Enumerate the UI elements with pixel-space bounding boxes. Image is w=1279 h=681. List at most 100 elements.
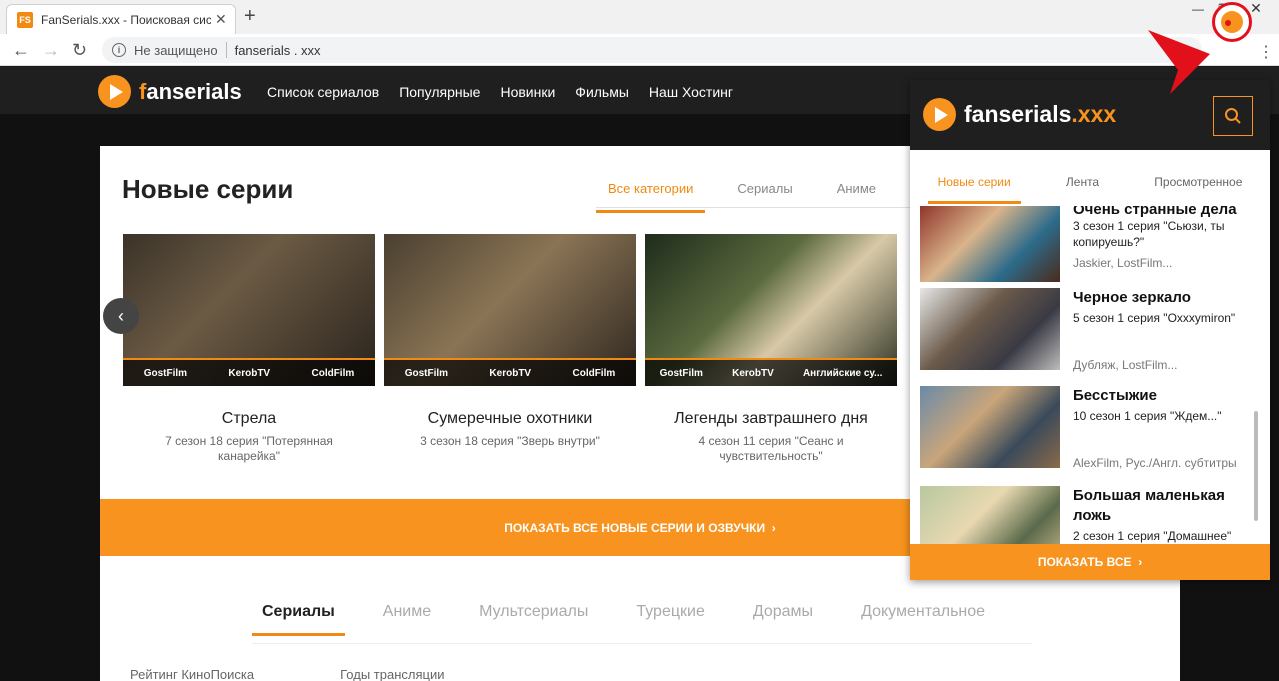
- episode-card[interactable]: GostFilm KerobTV Английские су... Легенд…: [645, 234, 897, 464]
- popup-header: fanserials.xxx: [910, 80, 1270, 150]
- browser-tab-bar: FS FanSerials.xxx - Поисковая сист ✕ + —…: [0, 0, 1279, 34]
- episode-thumbnail[interactable]: GostFilm KerobTV Английские су...: [645, 234, 897, 386]
- play-logo-icon: [923, 98, 956, 131]
- episode-info: 3 сезон 1 серия "Сьюзи, ты копируешь?": [1073, 219, 1225, 249]
- nav-series-list[interactable]: Список сериалов: [267, 84, 379, 100]
- tab-anime[interactable]: Аниме: [825, 181, 888, 213]
- chevron-right-icon: ›: [771, 520, 776, 535]
- series-name[interactable]: Большая маленькая ложь: [1073, 486, 1253, 526]
- carousel-prev-button[interactable]: ‹: [103, 298, 139, 334]
- info-icon[interactable]: i: [112, 43, 126, 57]
- episode-title[interactable]: Легенды завтрашнего дня: [645, 410, 897, 428]
- popup-logo-main: fanserials: [964, 101, 1072, 127]
- genre-tab-cartoons[interactable]: Мультсериалы: [469, 591, 598, 636]
- episode-thumbnail[interactable]: [920, 486, 1060, 544]
- series-name[interactable]: Черное зеркало: [1073, 288, 1253, 308]
- dub-bar: GostFilm KerobTV ColdFilm: [123, 358, 375, 386]
- address-bar[interactable]: i Не защищено fanserials . xxx: [102, 37, 1202, 63]
- category-tabs: Все категории Сериалы Аниме: [596, 181, 908, 213]
- nav-films[interactable]: Фильмы: [575, 84, 629, 100]
- nav-new[interactable]: Новинки: [500, 84, 555, 100]
- minimize-button[interactable]: —: [1192, 2, 1204, 16]
- back-button[interactable]: ←: [12, 40, 30, 61]
- popup-tabs: Новые серии Лента Просмотренное: [910, 165, 1270, 204]
- genre-tab-anime[interactable]: Аниме: [373, 591, 441, 636]
- extension-button[interactable]: [1212, 2, 1252, 42]
- browser-tab[interactable]: FS FanSerials.xxx - Поисковая сист ✕: [6, 4, 236, 34]
- episode-card[interactable]: GostFilm KerobTV ColdFilm Стрела 7 сезон…: [123, 234, 375, 464]
- episode-info: 10 сезон 1 серия "Ждем...": [1073, 409, 1222, 423]
- episode-info: 5 сезон 1 серия "Oxxxymiron": [1073, 311, 1236, 325]
- genre-tabs: Сериалы Аниме Мультсериалы Турецкие Дора…: [252, 591, 1023, 636]
- dub-bar: GostFilm KerobTV ColdFilm: [384, 358, 636, 386]
- filters: Рейтинг КиноПоиска Годы трансляции: [130, 667, 444, 681]
- episode-title[interactable]: Сумеречные охотники: [384, 410, 636, 428]
- dub-label[interactable]: GostFilm: [405, 368, 448, 379]
- episode-thumbnail[interactable]: GostFilm KerobTV ColdFilm: [123, 234, 375, 386]
- red-arrow-annotation: [1148, 30, 1210, 94]
- close-tab-icon[interactable]: ✕: [215, 11, 227, 28]
- dub-bar: GostFilm KerobTV Английские су...: [645, 358, 897, 386]
- dub-label[interactable]: KerobTV: [228, 368, 270, 379]
- genre-tab-turkish[interactable]: Турецкие: [626, 591, 715, 636]
- dub-label[interactable]: KerobTV: [732, 368, 774, 379]
- fanserials-extension-icon: [1221, 11, 1243, 33]
- divider: [225, 42, 227, 58]
- dub-label[interactable]: Английские су...: [803, 368, 882, 379]
- chevron-right-icon: ›: [1138, 555, 1143, 569]
- episode-card[interactable]: GostFilm KerobTV ColdFilm Сумеречные охо…: [384, 234, 636, 449]
- divider: [252, 643, 1032, 644]
- filter-broadcast-years[interactable]: Годы трансляции: [340, 667, 444, 681]
- episode-thumbnail[interactable]: [920, 386, 1060, 468]
- dub-info: Дубляж, LostFilm...: [1073, 358, 1178, 372]
- insecure-label: Не защищено: [134, 42, 218, 58]
- site-logo[interactable]: fanserials: [98, 75, 242, 108]
- dub-label[interactable]: KerobTV: [489, 368, 531, 379]
- popup-logo[interactable]: fanserials.xxx: [923, 98, 1116, 131]
- popup-scrollbar[interactable]: [1254, 411, 1258, 521]
- genre-tab-series[interactable]: Сериалы: [252, 591, 345, 636]
- forward-button[interactable]: →: [42, 40, 60, 61]
- tab-all-categories[interactable]: Все категории: [596, 181, 706, 213]
- search-icon: [1225, 108, 1241, 124]
- popup-tab-feed[interactable]: Лента: [1056, 165, 1109, 204]
- popup-show-all-label: ПОКАЗАТЬ ВСЕ: [1037, 555, 1132, 569]
- genre-tab-documentary[interactable]: Документальное: [851, 591, 995, 636]
- site-favicon-icon: FS: [17, 11, 33, 28]
- episode-subtitle: 3 сезон 18 серия "Зверь внутри": [420, 434, 600, 448]
- logo-rest: anserials: [146, 78, 242, 104]
- popup-logo-ext: .xxx: [1071, 101, 1117, 127]
- episode-title[interactable]: Стрела: [123, 410, 375, 428]
- episode-thumbnail[interactable]: GostFilm KerobTV ColdFilm: [384, 234, 636, 386]
- episode-subtitle: 7 сезон 18 серия "Потерянная канарейка": [165, 434, 333, 463]
- episode-thumbnail[interactable]: [920, 288, 1060, 370]
- nav-popular[interactable]: Популярные: [399, 84, 480, 100]
- episode-info: 2 сезон 1 серия "Домашнее": [1073, 529, 1232, 543]
- popup-tab-new[interactable]: Новые серии: [927, 165, 1021, 204]
- popup-episode-list[interactable]: Очень странные дела 3 сезон 1 серия "Сью…: [910, 206, 1270, 544]
- dub-label[interactable]: GostFilm: [144, 368, 187, 379]
- show-all-label: ПОКАЗАТЬ ВСЕ НОВЫЕ СЕРИИ И ОЗВУЧКИ: [504, 520, 766, 535]
- extension-popup: fanserials.xxx Новые серии Лента Просмот…: [910, 80, 1270, 580]
- dub-label[interactable]: ColdFilm: [311, 368, 354, 379]
- dub-label[interactable]: ColdFilm: [572, 368, 615, 379]
- play-logo-icon: [98, 75, 131, 108]
- tab-title: FanSerials.xxx - Поисковая сист: [41, 12, 211, 27]
- episode-subtitle: 4 сезон 11 серия "Сеанс и чувствительнос…: [698, 434, 844, 463]
- dub-label[interactable]: GostFilm: [660, 368, 703, 379]
- dub-info: Jaskier, LostFilm...: [1073, 256, 1173, 270]
- episode-thumbnail[interactable]: [920, 206, 1060, 282]
- tab-series[interactable]: Сериалы: [725, 181, 804, 213]
- popup-tab-watched[interactable]: Просмотренное: [1144, 165, 1252, 204]
- reload-button[interactable]: ↻: [72, 40, 87, 61]
- popup-show-all-button[interactable]: ПОКАЗАТЬ ВСЕ ›: [910, 544, 1270, 580]
- genre-tab-doramas[interactable]: Дорамы: [743, 591, 823, 636]
- new-tab-button[interactable]: +: [244, 5, 256, 28]
- nav-hosting[interactable]: Наш Хостинг: [649, 84, 733, 100]
- browser-toolbar: ← → ↻ i Не защищено fanserials . xxx ⋮: [0, 34, 1279, 66]
- filter-kinopoisk-rating[interactable]: Рейтинг КиноПоиска: [130, 667, 254, 681]
- dub-info: AlexFilm, Рус./Англ. субтитры: [1073, 456, 1237, 470]
- popup-search-button[interactable]: [1213, 96, 1253, 136]
- browser-menu-icon[interactable]: ⋮: [1258, 42, 1274, 62]
- series-name[interactable]: Бесстыжие: [1073, 386, 1253, 406]
